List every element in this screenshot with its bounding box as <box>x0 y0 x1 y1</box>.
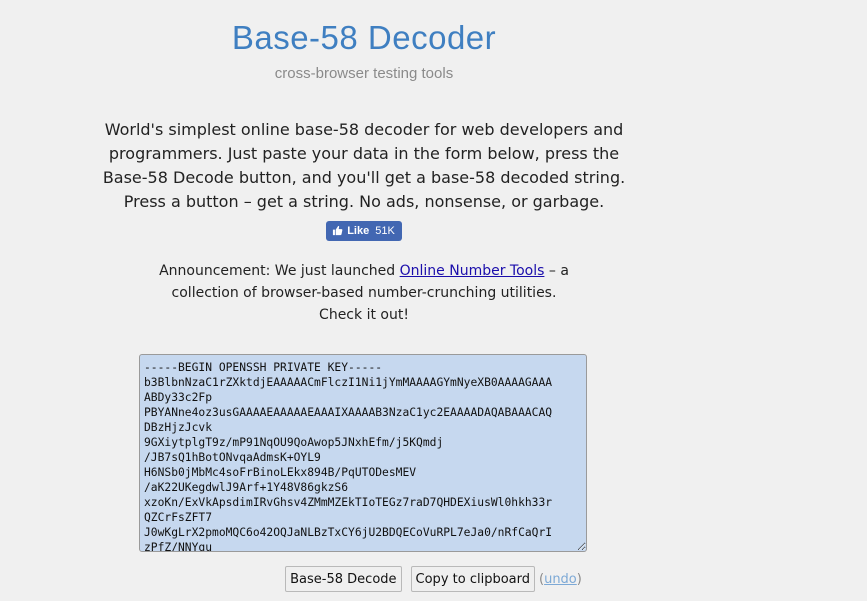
facebook-like-count: 51K <box>375 225 395 237</box>
base58-decode-button[interactable]: Base-58 Decode <box>285 566 402 592</box>
facebook-like-button[interactable]: Like 51K <box>326 221 402 241</box>
announcement-label: Announcement <box>159 263 266 279</box>
page-title: Base-58 Decoder <box>231 19 497 56</box>
page-subtitle: cross-browser testing tools <box>274 65 454 82</box>
undo-group: (undo) <box>539 572 582 587</box>
thumbs-up-icon <box>331 225 343 237</box>
data-input-textarea[interactable] <box>139 354 587 552</box>
announcement: Announcement: We just launched Online Nu… <box>159 260 569 326</box>
undo-link[interactable]: undo <box>544 572 577 587</box>
undo-close-paren: ) <box>576 571 582 587</box>
editor-container <box>139 354 587 552</box>
online-number-tools-link[interactable]: Online Number Tools <box>400 263 545 279</box>
copy-to-clipboard-button[interactable]: Copy to clipboard <box>410 566 535 592</box>
intro-text: World's simplest online base-58 decoder … <box>102 120 626 211</box>
announcement-text-before: : We just launched <box>265 263 400 279</box>
main-column: Base-58 Decoder cross-browser testing to… <box>90 0 638 326</box>
facebook-like-row: Like 51K <box>90 214 638 241</box>
facebook-like-label: Like <box>347 225 370 237</box>
action-bar: Base-58 Decode Copy to clipboard (undo) <box>0 566 867 592</box>
